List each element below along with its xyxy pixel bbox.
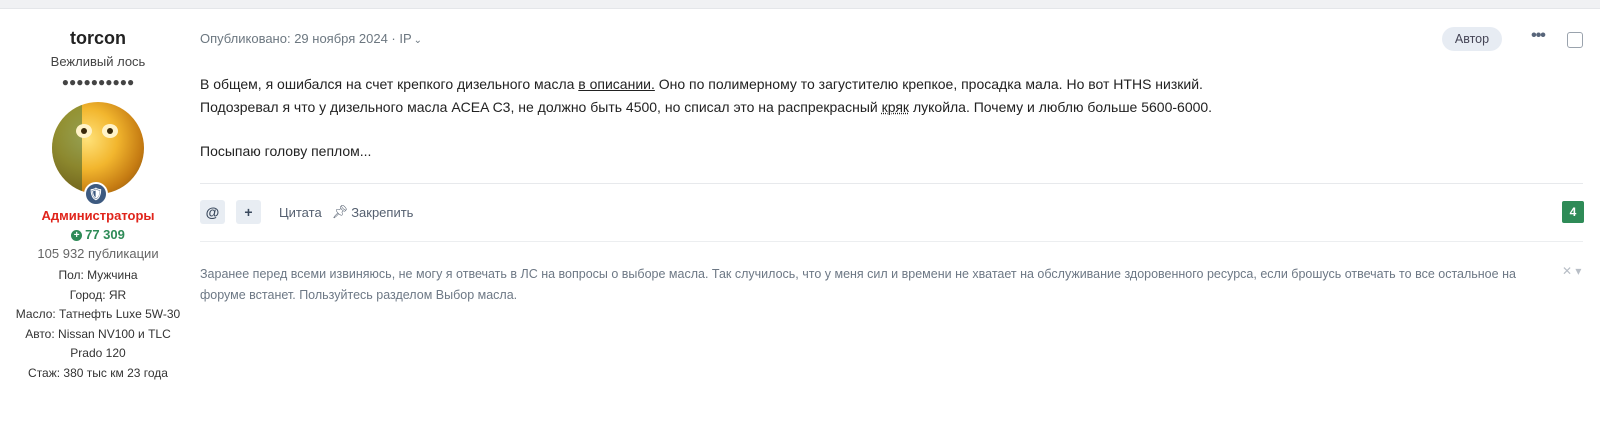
- plus-circle-icon: +: [71, 230, 83, 242]
- post-meta-text[interactable]: Опубликовано: 29 ноября 2024 · IP: [200, 31, 412, 46]
- avatar-eye-right: [102, 124, 118, 138]
- select-post-checkbox[interactable]: [1567, 32, 1583, 48]
- multiquote-button[interactable]: +: [236, 200, 261, 224]
- post-meta[interactable]: Опубликовано: 29 ноября 2024 · IP ⌄: [200, 31, 422, 46]
- author-badge: Автор: [1442, 27, 1502, 51]
- post-count: 105 932 публикации: [37, 246, 159, 261]
- mention-button[interactable]: @: [200, 200, 225, 224]
- signature: Заранее перед всеми извиняюсь, не могу я…: [200, 267, 1516, 302]
- chevron-down-icon[interactable]: ⌄: [414, 35, 422, 46]
- profile-field-car: Авто: Nissan NV100 и TLC Prado 120: [25, 326, 171, 361]
- rank-pips: ●●●●●●●●●●: [61, 75, 135, 89]
- post-actions: @ + Цитата 📌︎ Закрепить: [200, 200, 423, 224]
- avatar-container[interactable]: 🛡︎: [52, 102, 144, 206]
- content-line-1: В общем, я ошибался на счет крепкого диз…: [200, 73, 1580, 96]
- content-text: Оно по полимерному то загустителю крепко…: [654, 76, 1203, 92]
- post-content: В общем, я ошибался на счет крепкого диз…: [200, 73, 1580, 163]
- description-link[interactable]: в описании.: [578, 76, 655, 92]
- quote-button[interactable]: Цитата: [279, 205, 322, 220]
- content-text: лукойла. Почему и люблю больше 5600-6000…: [909, 98, 1213, 115]
- chevron-down-icon[interactable]: ▾: [1575, 264, 1581, 278]
- profile-field-experience: Стаж: 380 тыс км 23 года: [28, 365, 168, 380]
- avatar-eye-left: [76, 124, 92, 138]
- username[interactable]: torcon: [0, 26, 196, 50]
- profile-field-city: Город: ЯR: [69, 287, 127, 302]
- profile-fields: Пол: Мужчина Город: ЯR Масло: Татнефть L…: [0, 266, 196, 383]
- content-text: Подозревал я что у дизельного масла ACEA…: [200, 98, 882, 115]
- close-icon[interactable]: ✕: [1562, 264, 1572, 278]
- pin-icon[interactable]: 📌︎: [332, 204, 349, 220]
- divider: [200, 183, 1583, 184]
- avatar-background: [52, 102, 82, 194]
- dotted-term: кряк: [881, 98, 910, 115]
- divider: [200, 241, 1583, 242]
- content-line-3: Посыпаю голову пеплом...: [200, 143, 372, 159]
- pin-button[interactable]: Закрепить: [351, 205, 413, 220]
- profile-field-oil: Масло: Татнефть Luxe 5W-30: [15, 307, 181, 321]
- content-text: В общем, я ошибался на счет крепкого диз…: [200, 76, 579, 92]
- content-line-2: Подозревал я что у дизельного масла ACEA…: [200, 96, 1580, 119]
- profile-field-gender: Пол: Мужчина: [58, 268, 138, 282]
- avatar[interactable]: [52, 102, 144, 194]
- top-band: [0, 0, 1600, 9]
- author-panel: torcon Вежливый лось ●●●●●●●●●● 🛡︎ Админ…: [0, 26, 196, 383]
- signature-controls[interactable]: ✕ ▾: [1562, 264, 1581, 278]
- reputation: +77 309: [0, 227, 196, 243]
- reputation-value: 77 309: [85, 227, 125, 242]
- user-group: Администраторы: [41, 208, 155, 223]
- rank-title: Вежливый лось: [50, 54, 146, 69]
- moderator-shield-icon: 🛡︎: [84, 182, 108, 206]
- reaction-count-badge[interactable]: 4: [1562, 201, 1584, 223]
- more-options-icon[interactable]: •••: [1526, 27, 1550, 47]
